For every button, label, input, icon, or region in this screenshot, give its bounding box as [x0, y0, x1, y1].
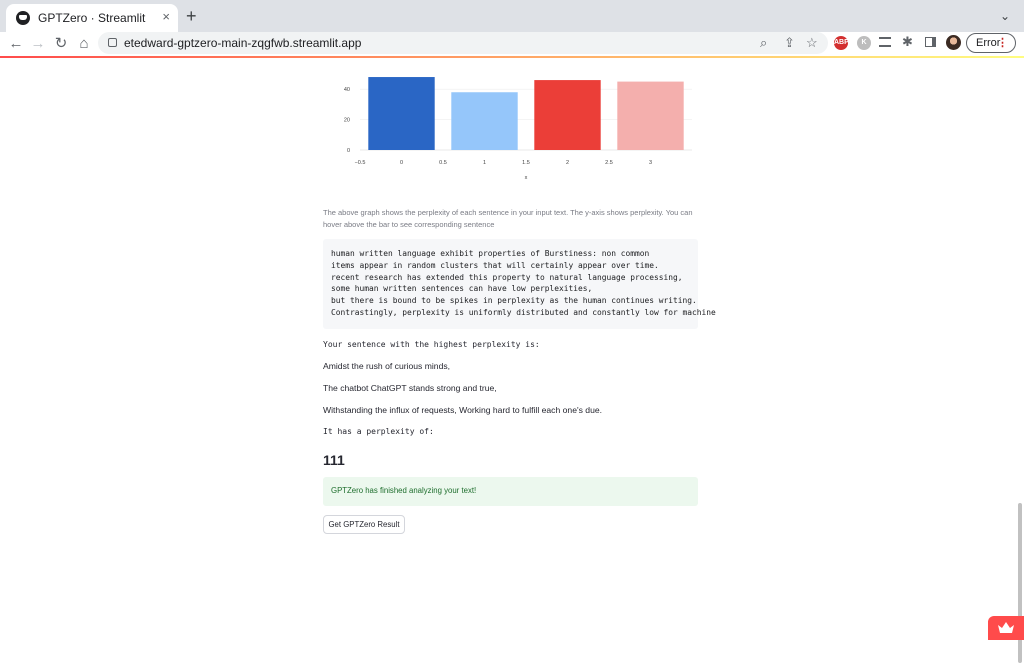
x-axis-label: x [525, 175, 528, 181]
code-line: Contrastingly, perplexity is uniformly d… [331, 307, 716, 317]
tab-strip: GPTZero · Streamlit × + ⌄ [0, 0, 1024, 32]
perplexity-bar-chart[interactable]: 0 20 40 −0.5 0 0.5 1 1.5 2 2.5 3 x [330, 70, 700, 190]
bookmark-star-icon[interactable]: ☆ [806, 35, 818, 51]
new-tab-icon[interactable]: + [186, 6, 197, 26]
code-line: but there is bound to be spikes in perpl… [331, 296, 697, 306]
x-tick-label: 1 [483, 160, 486, 166]
back-icon[interactable]: ← [6, 34, 26, 54]
browser-toolbar: ← → ↻ ⌂ etedward-gptzero-main-zqgfwb.str… [0, 32, 1024, 56]
x-tick-label: 0 [400, 160, 403, 166]
bar-1[interactable] [451, 92, 518, 150]
x-tick-label: −0.5 [355, 160, 366, 166]
y-tick-label: 0 [347, 148, 350, 154]
profile-avatar[interactable] [946, 35, 961, 50]
code-line: items appear in random clusters that wil… [331, 260, 659, 270]
perplexity-label: It has a perplexity of: [323, 427, 434, 436]
streamlit-favicon-icon [16, 11, 30, 25]
extensions-puzzle-icon[interactable]: ✱ [902, 34, 913, 50]
streamlit-header-decoration [0, 56, 1024, 58]
code-line: human written language exhibit propertie… [331, 249, 650, 258]
bar-2[interactable] [534, 80, 601, 150]
lock-icon [108, 38, 117, 47]
x-tick-label: 2 [566, 160, 569, 166]
menu-dots-icon[interactable]: ⋮ [997, 34, 1008, 52]
tab-search-icon[interactable]: ⌄ [1000, 9, 1010, 23]
sample-text-codeblock: human written language exhibit propertie… [323, 239, 716, 329]
reader-extension-icon[interactable] [879, 37, 891, 47]
code-line: some human written sentences can have lo… [331, 284, 593, 294]
get-result-button[interactable]: Get GPTZero Result [323, 515, 405, 534]
x-tick-label: 3 [649, 160, 652, 166]
streamlit-badge[interactable] [988, 616, 1024, 640]
bar-0[interactable] [368, 77, 435, 150]
error-button[interactable]: Error ⋮ [966, 33, 1016, 53]
streamlit-crown-icon [998, 622, 1014, 633]
y-tick-label: 40 [344, 87, 350, 93]
address-bar[interactable]: etedward-gptzero-main-zqgfwb.streamlit.a… [98, 32, 828, 54]
success-alert: GPTZero has finished analyzing your text… [323, 477, 698, 506]
bar-3[interactable] [617, 81, 684, 150]
url-text: etedward-gptzero-main-zqgfwb.streamlit.a… [124, 36, 362, 50]
x-tick-label: 1.5 [522, 160, 530, 166]
sentence-line: Withstanding the influx of requests, Wor… [323, 405, 603, 415]
perplexity-value: 111 [323, 452, 345, 468]
forward-icon[interactable]: → [28, 34, 48, 54]
home-icon[interactable]: ⌂ [74, 34, 94, 54]
adblock-icon[interactable]: ABP [834, 36, 849, 50]
y-tick-label: 20 [344, 118, 350, 124]
k-extension-icon[interactable]: K [857, 36, 871, 50]
code-line: recent research has extended this proper… [331, 272, 683, 282]
browser-tab[interactable]: GPTZero · Streamlit × [6, 4, 178, 32]
reload-icon[interactable]: ↻ [51, 34, 71, 54]
share-icon[interactable]: ⇪ [784, 35, 795, 51]
graph-caption: The above graph shows the perplexity of … [323, 208, 693, 229]
tab-title: GPTZero · Streamlit [38, 11, 146, 25]
x-tick-label: 2.5 [605, 160, 613, 166]
page-scrollbar[interactable] [1016, 58, 1024, 663]
zoom-icon[interactable]: ⌕ [760, 35, 767, 51]
x-tick-label: 0.5 [439, 160, 447, 166]
sentence-line: The chatbot ChatGPT stands strong and tr… [323, 383, 497, 393]
highest-perplexity-label: Your sentence with the highest perplexit… [323, 340, 540, 349]
sentence-line: Amidst the rush of curious minds, [323, 361, 451, 371]
side-panel-icon[interactable] [925, 37, 936, 47]
tab-close-icon[interactable]: × [162, 9, 170, 24]
